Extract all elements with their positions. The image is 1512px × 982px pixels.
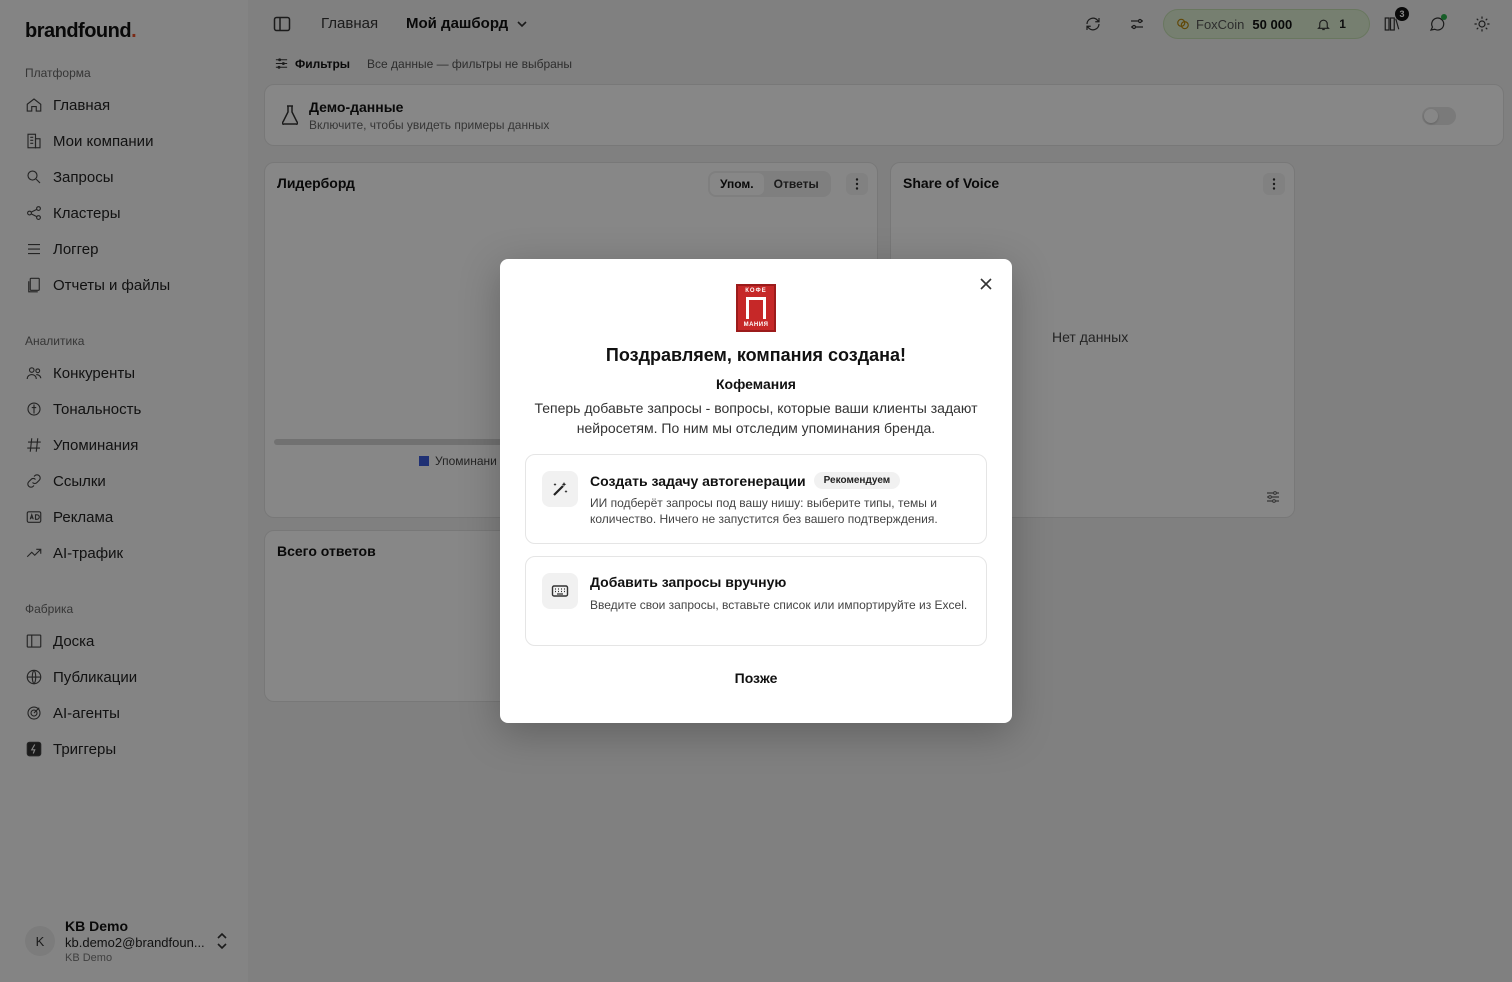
recommended-badge: Рекомендуем <box>813 472 901 489</box>
later-button[interactable]: Позже <box>500 670 1012 686</box>
company-created-modal: КОФЕ МАНИЯ Поздравляем, компания создана… <box>500 259 1012 723</box>
company-logo: КОФЕ МАНИЯ <box>736 284 776 332</box>
keyboard-icon <box>551 585 569 597</box>
option-autogenerate[interactable]: Создать задачу автогенерации Рекомендуем… <box>525 454 987 544</box>
modal-title: Поздравляем, компания создана! <box>605 345 907 365</box>
modal-description: Теперь добавьте запросы - вопросы, котор… <box>534 400 978 436</box>
option-manual-subtitle: Введите свои запросы, вставьте список ил… <box>590 598 968 612</box>
option-autogenerate-title: Создать задачу автогенерации <box>590 472 806 489</box>
company-name: Кофемания <box>716 376 796 392</box>
option-manual-title: Добавить запросы вручную <box>590 574 787 590</box>
magic-wand-icon <box>553 482 568 496</box>
option-manual[interactable]: Добавить запросы вручную Введите свои за… <box>525 556 987 646</box>
close-icon[interactable] <box>978 276 994 292</box>
option-autogenerate-subtitle: ИИ подберёт запросы под вашу нишу: выбер… <box>590 496 938 526</box>
